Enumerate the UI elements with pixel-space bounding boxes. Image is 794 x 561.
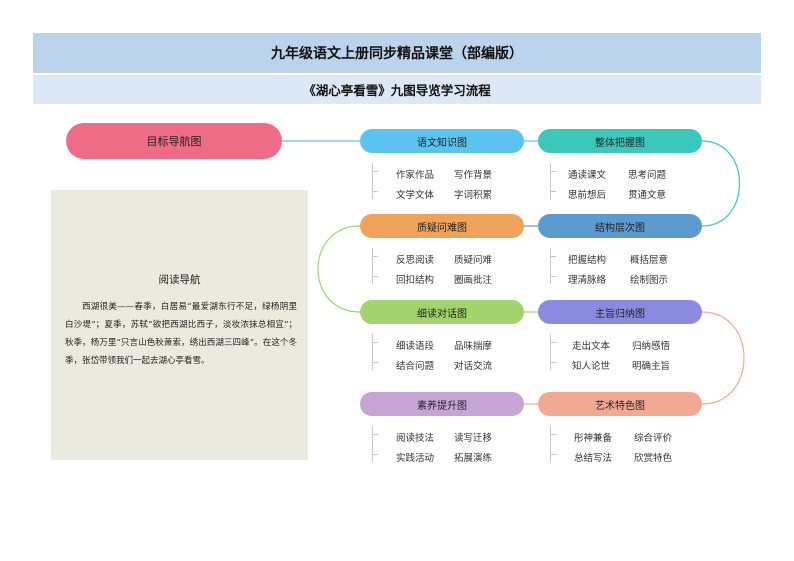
list-item: 欣赏特色 bbox=[634, 453, 673, 464]
list-item: 彤神兼备 bbox=[574, 433, 613, 444]
list-item: 实践活动 bbox=[396, 453, 435, 464]
reading-guide-title: 阅读导航 bbox=[158, 274, 201, 286]
list-item: 回扣结构 bbox=[396, 275, 435, 286]
node-art: 艺术特色图 bbox=[538, 392, 702, 416]
list-item: 概括层意 bbox=[630, 255, 669, 266]
bracket bbox=[550, 248, 558, 284]
list-item: 反思阅读 bbox=[396, 255, 435, 266]
bracket bbox=[372, 334, 380, 370]
list-item: 读写迁移 bbox=[454, 433, 493, 444]
list-item: 字词积累 bbox=[454, 190, 493, 201]
connector-theme-to-art bbox=[701, 311, 745, 405]
node-overall: 整体把握图 bbox=[538, 129, 702, 153]
bracket bbox=[372, 426, 380, 462]
node-structure: 结构层次图 bbox=[538, 214, 702, 238]
list-item: 总结写法 bbox=[574, 453, 613, 464]
node-question: 质疑问难图 bbox=[360, 214, 524, 238]
list-item: 综合评价 bbox=[634, 433, 673, 444]
list-item: 结合问题 bbox=[396, 361, 435, 372]
list-item: 把握结构 bbox=[568, 255, 607, 266]
list-item: 通读课文 bbox=[568, 170, 607, 181]
list-item: 思考问题 bbox=[628, 170, 667, 181]
list-item: 明确主旨 bbox=[632, 361, 671, 372]
list-item: 贯通文意 bbox=[628, 190, 667, 201]
reading-guide-panel: 阅读导航 西湖很美——春季，白居易“最爱湖东行不足，绿杨阴里白沙堤”；夏季，苏轼… bbox=[51, 190, 308, 460]
bracket bbox=[550, 334, 558, 370]
node-knowledge: 语文知识图 bbox=[360, 129, 524, 153]
subitems-theme: 走出文本 归纳感悟 知人论世 明确主旨 bbox=[540, 331, 690, 375]
list-item: 圈画批注 bbox=[454, 275, 493, 286]
reading-guide-text: 西湖很美——春季，白居易“最爱湖东行不足，绿杨阴里白沙堤”；夏季，苏轼“欲把西湖… bbox=[65, 302, 297, 366]
list-item: 理清脉络 bbox=[568, 275, 607, 286]
subitems-art: 彤神兼备 综合评价 总结写法 欣赏特色 bbox=[540, 423, 690, 467]
subitems-close-reading: 细读语段 品味揣摩 结合问题 对话交流 bbox=[362, 331, 512, 375]
bracket bbox=[550, 163, 558, 199]
list-item: 思前想后 bbox=[568, 190, 607, 201]
connector-question-to-reading bbox=[317, 225, 361, 313]
list-item: 品味揣摩 bbox=[454, 341, 493, 352]
connector-overall-to-structure bbox=[701, 140, 741, 227]
list-item: 细读语段 bbox=[396, 341, 435, 352]
list-item: 走出文本 bbox=[572, 341, 611, 352]
node-close-reading: 细读对话图 bbox=[360, 300, 524, 324]
list-item: 知人论世 bbox=[572, 361, 611, 372]
bracket bbox=[372, 163, 380, 199]
list-item: 写作背景 bbox=[454, 170, 493, 181]
bracket bbox=[550, 426, 558, 462]
subitems-knowledge: 作家作品 写作背景 文学文体 字词积累 bbox=[362, 160, 512, 204]
list-item: 阅读技法 bbox=[396, 433, 435, 444]
list-item: 对话交流 bbox=[454, 361, 493, 372]
list-item: 作家作品 bbox=[396, 170, 435, 181]
bracket bbox=[372, 248, 380, 284]
subitems-question: 反思阅读 质疑问难 回扣结构 圈画批注 bbox=[362, 245, 512, 289]
subitems-structure: 把握结构 概括层意 理清脉络 绘制图示 bbox=[540, 245, 690, 289]
subitems-literacy: 阅读技法 读写迁移 实践活动 拓展演练 bbox=[362, 423, 512, 467]
list-item: 拓展演练 bbox=[454, 453, 493, 464]
list-item: 质疑问难 bbox=[454, 255, 493, 266]
goal-navigation-node: 目标导航图 bbox=[66, 123, 282, 159]
list-item: 绘制图示 bbox=[630, 275, 669, 286]
subitems-overall: 通读课文 思考问题 思前想后 贯通文意 bbox=[540, 160, 690, 204]
list-item: 归纳感悟 bbox=[632, 341, 671, 352]
node-theme: 主旨归纳图 bbox=[538, 300, 702, 324]
node-literacy: 素养提升图 bbox=[360, 392, 524, 416]
list-item: 文学文体 bbox=[396, 190, 435, 201]
